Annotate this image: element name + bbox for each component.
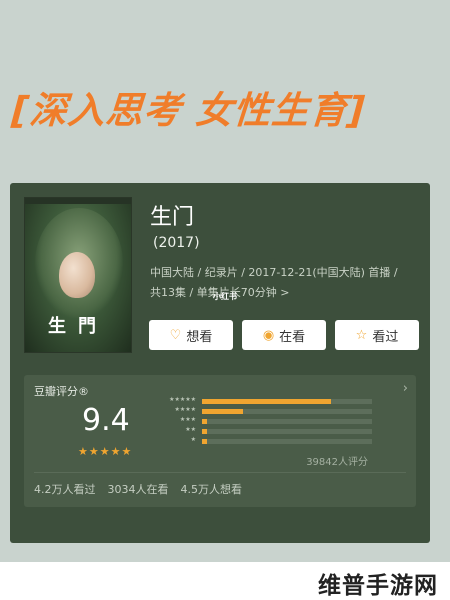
vote-count: 39842人评分 [306,457,368,468]
movie-year: (2017) [153,235,200,251]
distribution-star-label: ★★★★ [174,406,196,413]
movie-title: 生门 [150,205,195,230]
poster-title: 生門 [48,316,108,337]
distribution-bar [202,409,243,414]
rating-score: 9.4 [82,403,130,438]
watching-label: 在看 [279,329,306,345]
distribution-row: ★★ [144,426,374,436]
meta-line-1: 中国大陆 / 纪录片 / 2017-12-21(中国大陆) 首播 / [150,266,398,279]
heart-plus-icon: ♡ [169,327,182,343]
rating-label: 豆瓣评分® [34,385,89,398]
meta-watermark: 小红书 [213,292,237,301]
poster-baby [59,252,95,298]
rating-stars: ★★★★★ [78,445,133,458]
distribution-row: ★★★ [144,416,374,426]
stat-watched[interactable]: 4.2万人看过 [34,481,96,497]
watched-label: 看过 [372,329,399,345]
movie-poster[interactable]: 生門 [24,197,132,353]
distribution-bar [202,419,208,424]
distribution-star-label: ★★★★★ [169,396,196,403]
audience-stats: 4.2万人看过 3034人在看 4.5万人想看 [34,481,242,497]
site-watermark: 维普手游网 [318,573,438,599]
meta-line-2: 共13集 / 单集片长70分钟 > [150,286,290,299]
distribution-star-label: ★ [190,436,196,443]
star-outline-icon: ☆ [355,327,368,343]
rating-distribution: ★★★★★ ★★★★ ★★★ ★★ ★ [144,396,374,447]
distribution-row: ★ [144,436,374,446]
distribution-bar [202,439,208,444]
distribution-bar [202,429,208,434]
rating-panel[interactable]: 豆瓣评分® › 9.4 ★★★★★ ★★★★★ ★★★★ ★★★ ★★ ★ 39… [24,375,416,507]
distribution-star-label: ★★★ [179,416,196,423]
circle-dot-icon: ◉ [262,327,275,343]
watching-button[interactable]: ◉ 在看 [242,320,326,350]
movie-card: 生門 生门 (2017) 中国大陆 / 纪录片 / 2017-12-21(中国大… [10,183,430,543]
want-label: 想看 [186,329,213,345]
chevron-right-icon[interactable]: › [403,381,408,396]
stat-want[interactable]: 4.5万人想看 [181,481,243,497]
watched-button[interactable]: ☆ 看过 [335,320,419,350]
distribution-row: ★★★★ [144,406,374,416]
movie-meta[interactable]: 中国大陆 / 纪录片 / 2017-12-21(中国大陆) 首播 / 共13集 … [150,263,420,303]
distribution-row: ★★★★★ [144,396,374,406]
poster-strip [25,198,131,204]
headline-banner: [深入思考 女性生育] [10,89,367,132]
distribution-star-label: ★★ [185,426,196,433]
stat-watching[interactable]: 3034人在看 [108,481,169,497]
divider [34,472,406,473]
distribution-bar [202,399,332,404]
want-button[interactable]: ♡ 想看 [149,320,233,350]
